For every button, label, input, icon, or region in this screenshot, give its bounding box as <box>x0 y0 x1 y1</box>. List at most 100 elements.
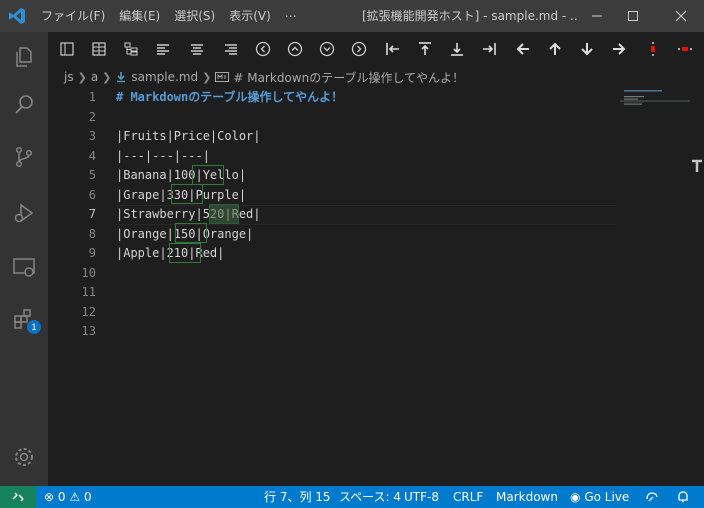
warning-icon: ⚠ <box>69 490 81 504</box>
markdown-file-icon <box>115 71 127 83</box>
arrow-down-icon[interactable] <box>576 38 598 60</box>
insert-row-above-icon[interactable] <box>414 38 436 60</box>
minimap[interactable] <box>620 88 690 128</box>
maximize-icon[interactable] <box>616 0 650 32</box>
breadcrumb-folder-js[interactable]: js <box>64 70 74 84</box>
insert-column-left-icon[interactable] <box>382 38 404 60</box>
move-up-circle-icon[interactable] <box>284 38 306 60</box>
arrow-left-icon[interactable] <box>512 38 534 60</box>
code-line-heading[interactable]: # Markdownのテーブル操作してやんよ！ <box>116 88 616 108</box>
cursor-position[interactable]: 行 7、列 15 <box>264 486 331 508</box>
breadcrumb-heading[interactable]: # Markdownのテーブル操作してやんよ！ <box>233 69 464 86</box>
window-title: [拡張機能開発ホスト] - sample.md - ... <box>362 9 577 23</box>
breadcrumb-file[interactable]: sample.md <box>131 70 198 84</box>
code-line[interactable] <box>116 283 616 303</box>
menu-view[interactable]: 表示(V) <box>222 0 278 32</box>
line-number: 8 <box>88 226 96 241</box>
align-right-icon[interactable] <box>220 38 242 60</box>
editor[interactable]: 1 2 3 4 5 6 7 8 9 10 11 12 13 # Markdown… <box>48 88 704 486</box>
insert-column-right-icon[interactable] <box>478 38 500 60</box>
broadcast-icon: ◉ <box>570 490 581 504</box>
search-icon[interactable] <box>0 84 48 126</box>
line-number: 5 <box>88 168 96 182</box>
notification-bell-icon[interactable] <box>676 486 690 508</box>
align-left-icon[interactable] <box>152 38 174 60</box>
line-number: 11 <box>81 285 96 299</box>
overview-ruler-marker <box>690 158 704 176</box>
move-right-circle-icon[interactable] <box>348 38 370 60</box>
align-center-icon[interactable] <box>186 38 208 60</box>
menu-selection[interactable]: 選択(S) <box>167 0 222 32</box>
move-left-circle-icon[interactable] <box>252 38 274 60</box>
remote-explorer-icon[interactable] <box>0 246 48 288</box>
code-line[interactable] <box>116 303 616 323</box>
source-control-icon[interactable] <box>0 136 48 178</box>
arrow-up-icon[interactable] <box>544 38 566 60</box>
cell-highlight <box>175 223 207 243</box>
close-icon[interactable] <box>664 0 698 32</box>
line-number: 4 <box>88 148 96 163</box>
code-line[interactable]: |Banana|100|Yello| <box>116 166 616 186</box>
code-line[interactable] <box>116 108 616 128</box>
minimize-icon[interactable] <box>580 0 614 32</box>
code-line[interactable]: |Fruits|Price|Color| <box>116 127 616 147</box>
feedback-icon[interactable] <box>645 486 659 508</box>
menu-bar: ファイル(F) 編集(E) 選択(S) 表示(V) ⋯ <box>34 0 304 32</box>
problems-indicator[interactable]: ⊗ 0 ⚠ 0 <box>44 486 92 508</box>
breadcrumb: js ❯ a ❯ sample.md ❯ # Markdownのテーブル操作して… <box>48 66 704 88</box>
heading-symbol-icon <box>215 71 230 83</box>
cell-highlight <box>192 165 224 185</box>
run-debug-icon[interactable] <box>0 192 48 234</box>
menu-more[interactable]: ⋯ <box>278 0 304 32</box>
line-number: 13 <box>81 324 96 338</box>
extensions-badge: 1 <box>27 320 41 334</box>
breadcrumb-folder-a[interactable]: a <box>91 70 98 84</box>
go-live-button[interactable]: ◉ Go Live <box>570 486 629 508</box>
line-number-gutter: 1 2 3 4 5 6 7 8 9 10 11 12 13 <box>48 88 96 342</box>
cell-highlight <box>171 184 203 204</box>
warning-count: 0 <box>83 490 92 504</box>
status-bar: ⊗ 0 ⚠ 0 行 7、列 15 スペース: 4 UTF-8 CRLF Mark… <box>0 486 704 508</box>
error-icon: ⊗ <box>44 490 55 504</box>
code-line[interactable] <box>116 264 616 284</box>
chevron-right-icon: ❯ <box>202 70 212 84</box>
table-grid-icon[interactable] <box>88 38 110 60</box>
line-number: 2 <box>88 109 96 124</box>
chevron-right-icon: ❯ <box>77 70 87 84</box>
settings-gear-icon[interactable] <box>0 436 48 478</box>
code-line-active[interactable]: |Strawberry|520|Red| <box>116 205 616 225</box>
line-number: 9 <box>88 246 96 260</box>
vscode-logo-icon <box>0 0 34 32</box>
language-mode[interactable]: Markdown <box>496 486 558 508</box>
line-number: 6 <box>88 187 96 202</box>
remote-indicator-icon[interactable] <box>0 486 36 508</box>
line-number: 1 <box>88 90 96 104</box>
indentation[interactable]: スペース: 4 <box>339 486 401 508</box>
code-line[interactable] <box>116 322 616 342</box>
menu-file[interactable]: ファイル(F) <box>34 0 112 32</box>
format-table-icon[interactable] <box>56 38 78 60</box>
line-number: 7 <box>88 207 96 221</box>
line-number: 12 <box>81 304 96 319</box>
extensions-icon[interactable]: 1 <box>0 298 48 340</box>
delete-row-icon[interactable] <box>674 38 696 60</box>
chevron-right-icon: ❯ <box>102 70 112 84</box>
encoding[interactable]: UTF-8 <box>404 486 439 508</box>
move-down-circle-icon[interactable] <box>316 38 338 60</box>
line-number: 10 <box>81 265 96 280</box>
menu-edit[interactable]: 編集(E) <box>112 0 167 32</box>
line-number: 3 <box>88 129 96 143</box>
end-of-line[interactable]: CRLF <box>453 486 483 508</box>
code-area[interactable]: # Markdownのテーブル操作してやんよ！ |Fruits|Price|Co… <box>116 88 616 342</box>
table-tree-icon[interactable] <box>120 38 142 60</box>
title-bar: ファイル(F) 編集(E) 選択(S) 表示(V) ⋯ [拡張機能開発ホスト] … <box>0 0 704 32</box>
activity-bar: 1 <box>0 32 48 486</box>
delete-column-icon[interactable] <box>642 38 664 60</box>
selected-cell-highlight <box>209 204 239 224</box>
insert-row-below-icon[interactable] <box>446 38 468 60</box>
explorer-icon[interactable] <box>0 36 48 78</box>
table-toolbar <box>48 32 704 66</box>
arrow-right-icon[interactable] <box>608 38 630 60</box>
code-line[interactable]: |---|---|---| <box>116 147 616 167</box>
error-count: 0 <box>57 490 66 504</box>
